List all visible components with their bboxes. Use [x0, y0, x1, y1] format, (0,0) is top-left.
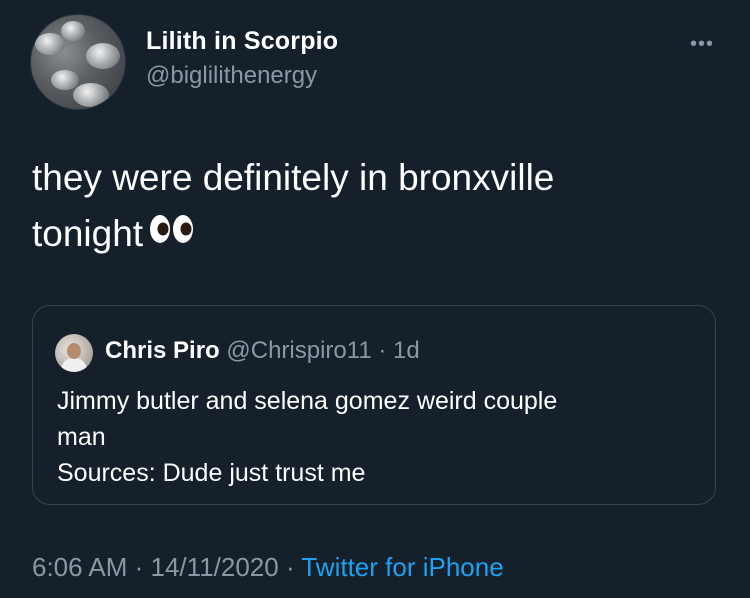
quoted-tweet[interactable]: Chris Piro @Chrispiro11 · 1d Jimmy butle… — [32, 305, 716, 505]
quoted-separator: · — [378, 337, 387, 364]
tweet-text-line: they were definitely in bronxville — [32, 157, 555, 198]
tweet-text: they were definitely in bronxville tonig… — [32, 150, 722, 264]
avatar-blob — [51, 70, 79, 90]
avatar-blob — [35, 33, 65, 55]
author-avatar[interactable] — [30, 14, 126, 110]
tweet: Lilith in Scorpio @biglilithenergy ••• t… — [0, 0, 750, 598]
author-name[interactable]: Lilith in Scorpio — [146, 27, 338, 56]
tweet-meta: 6:06 AM · 14/11/2020 · Twitter for iPhon… — [32, 552, 504, 583]
quoted-author-handle[interactable]: @Chrispiro11 — [226, 337, 371, 364]
quoted-text: Jimmy butler and selena gomez weird coup… — [57, 383, 687, 491]
avatar-blob — [73, 83, 109, 107]
meta-separator: · — [127, 552, 151, 582]
avatar-blob — [86, 43, 120, 69]
quoted-author-name[interactable]: Chris Piro — [105, 337, 220, 364]
quoted-time: 1d — [393, 337, 420, 364]
avatar-shirt — [61, 358, 87, 372]
avatar-face — [67, 343, 81, 359]
tweet-source-link[interactable]: Twitter for iPhone — [301, 552, 503, 582]
more-options-icon[interactable]: ••• — [690, 34, 714, 54]
tweet-text-word: tonight — [32, 213, 144, 254]
tweet-time: 6:06 AM — [32, 552, 128, 582]
quoted-author-avatar[interactable] — [55, 334, 93, 372]
author-handle[interactable]: @biglilithenergy — [146, 62, 317, 90]
meta-separator: · — [278, 552, 302, 582]
avatar-blob — [61, 21, 85, 41]
quoted-text-line: man — [57, 423, 106, 451]
quoted-header: Chris Piro @Chrispiro11 · 1d — [105, 337, 420, 365]
quoted-text-line: Jimmy butler and selena gomez weird coup… — [57, 387, 558, 415]
tweet-text-line: tonight — [32, 206, 722, 264]
quoted-text-line: Sources: Dude just trust me — [57, 459, 366, 487]
eyes-emoji-icon — [149, 205, 195, 261]
tweet-date: 14/11/2020 — [150, 552, 279, 582]
